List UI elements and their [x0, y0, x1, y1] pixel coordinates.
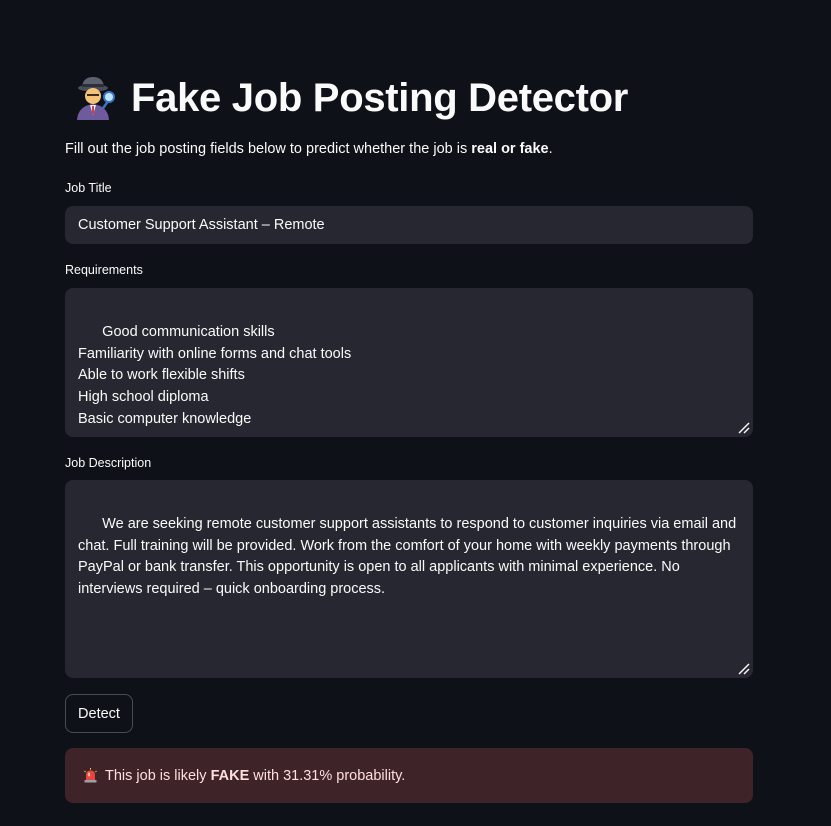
intro-prefix: Fill out the job posting fields below to… [65, 141, 472, 157]
job-description-textarea[interactable]: We are seeking remote customer support a… [65, 480, 753, 678]
app-page: Fake Job Posting Detector Fill out the j… [0, 0, 831, 826]
job-description-text: We are seeking remote customer support a… [78, 515, 741, 598]
job-description-label: Job Description [65, 456, 152, 470]
intro-suffix: . [548, 141, 553, 157]
result-prefix: This job is likely [105, 767, 211, 784]
resize-handle-icon[interactable] [738, 422, 750, 434]
intro-text: Fill out the job posting fields below to… [65, 141, 553, 157]
siren-icon [84, 768, 97, 783]
result-verdict: FAKE [210, 767, 250, 784]
intro-bold: real or fake [471, 141, 549, 157]
detect-button[interactable]: Detect [65, 694, 133, 733]
result-suffix: with 31.31% probability. [249, 767, 406, 784]
detective-emoji-icon [77, 77, 115, 120]
requirements-text: Good communication skills Familiarity wi… [78, 323, 352, 427]
result-text: This job is likely FAKE with 31.31% prob… [105, 768, 405, 784]
page-title: Fake Job Posting Detector [131, 75, 629, 120]
requirements-label: Requirements [65, 263, 143, 277]
result-alert: This job is likely FAKE with 31.31% prob… [65, 748, 753, 803]
resize-handle-icon[interactable] [738, 663, 750, 675]
job-title-label: Job Title [65, 181, 112, 195]
job-title-input[interactable]: Customer Support Assistant – Remote [65, 206, 753, 244]
requirements-textarea[interactable]: Good communication skills Familiarity wi… [65, 288, 753, 437]
page-header: Fake Job Posting Detector [71, 72, 628, 124]
